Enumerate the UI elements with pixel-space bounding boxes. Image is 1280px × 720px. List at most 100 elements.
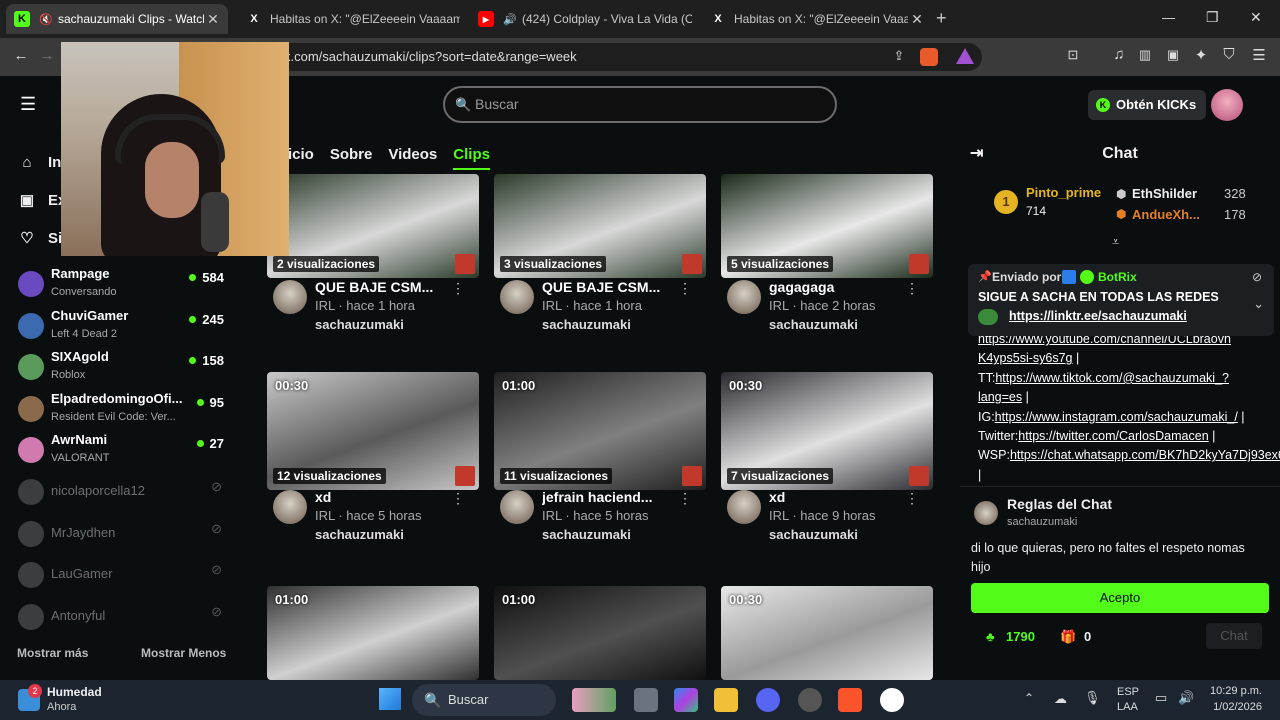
- search-input[interactable]: 🔍 Buscar: [443, 86, 837, 123]
- chat-link[interactable]: https://chat.whatsapp.com/BK7hD2kyYa7Dj9…: [1010, 448, 1280, 462]
- onedrive-icon[interactable]: ☁: [1054, 691, 1067, 707]
- chevron-down-icon[interactable]: ⌄: [1253, 296, 1264, 312]
- accept-rules-button[interactable]: Acepto: [971, 583, 1269, 613]
- tab-inicio[interactable]: icio: [288, 146, 314, 170]
- clip-title[interactable]: QUE BAJE CSM...: [315, 279, 455, 295]
- sidebar-icon[interactable]: ▥: [1134, 47, 1156, 63]
- forward-icon[interactable]: →: [36, 47, 58, 64]
- pinned-link[interactable]: https://linktr.ee/sachauzumaki: [1009, 309, 1187, 323]
- lang-1[interactable]: ESP: [1117, 686, 1139, 698]
- clip-thumbnail[interactable]: 01:00: [494, 586, 706, 680]
- brave-browser-icon[interactable]: [838, 688, 862, 712]
- nav-following[interactable]: ♡ Si: [18, 229, 62, 248]
- user-avatar[interactable]: [1211, 89, 1243, 121]
- app-icon[interactable]: [880, 688, 904, 712]
- show-less-button[interactable]: Mostrar Menos: [141, 646, 226, 660]
- clip-title[interactable]: QUE BAJE CSM...: [542, 279, 682, 295]
- get-kicks-button[interactable]: K Obtén KICKs: [1088, 90, 1206, 120]
- task-view-icon[interactable]: [634, 688, 658, 712]
- clip-thumbnail[interactable]: 00:30 12 visualizaciones: [267, 372, 479, 490]
- sidebar-channel[interactable]: nicolaporcella12 ⊘: [18, 476, 228, 512]
- media-icon[interactable]: ♫: [1108, 46, 1130, 63]
- clip-thumbnail[interactable]: 00:30: [721, 586, 933, 680]
- chat-link[interactable]: https://twitter.com/CarlosDamacen: [1018, 429, 1208, 443]
- sidebar-channel[interactable]: ElpadredomingoOfi... Resident Evil Code: …: [18, 391, 228, 429]
- maximize-button[interactable]: ❐: [1206, 9, 1219, 26]
- sidebar-channel[interactable]: ChuviGamer Left 4 Dead 2 245: [18, 308, 228, 346]
- vpn-icon[interactable]: ⛉: [1218, 46, 1240, 63]
- microsoft-365-icon[interactable]: [674, 688, 698, 712]
- clip-thumbnail[interactable]: 3 visualizaciones: [494, 174, 706, 278]
- sidebar-channel[interactable]: AwrNami VALORANT 27: [18, 432, 228, 470]
- leader-1-name[interactable]: Pinto_prime: [1026, 185, 1101, 200]
- collapse-chat-icon[interactable]: ⇥: [970, 134, 983, 174]
- windows-start-icon[interactable]: [379, 688, 401, 710]
- browser-tab-kick[interactable]: K 🔇 sachauzumaki Clips - Watch L ✕: [6, 4, 228, 34]
- clip-author[interactable]: sachauzumaki: [315, 527, 404, 542]
- send-chat-button[interactable]: Chat: [1206, 623, 1262, 649]
- expand-leaderboard-icon[interactable]: ⩡: [1112, 234, 1119, 250]
- clip-title[interactable]: xd: [315, 489, 455, 505]
- clip-thumbnail[interactable]: 5 visualizaciones: [721, 174, 933, 278]
- back-icon[interactable]: ←: [10, 47, 32, 64]
- leader-2-name[interactable]: EthShilder: [1132, 186, 1197, 201]
- leader-3-name[interactable]: AndueXh...: [1132, 207, 1200, 222]
- author-avatar[interactable]: [727, 280, 761, 314]
- new-tab-button[interactable]: +: [936, 8, 947, 29]
- chat-link[interactable]: https://www.youtube.com/channel/UCLbraov…: [978, 332, 1231, 365]
- author-avatar[interactable]: [500, 280, 534, 314]
- menu-icon[interactable]: ☰: [1248, 46, 1270, 64]
- file-explorer-icon[interactable]: [714, 688, 738, 712]
- sidebar-channel[interactable]: MrJaydhen ⊘: [18, 518, 228, 554]
- widgets-icon[interactable]: [572, 688, 616, 712]
- browser-tab-x-1[interactable]: X Habitas on X: "@ElZeeeein Vaaaamo: [238, 4, 460, 34]
- sidebar-channel[interactable]: LauGamer ⊘: [18, 559, 228, 595]
- author-avatar[interactable]: [273, 280, 307, 314]
- clip-author[interactable]: sachauzumaki: [769, 317, 858, 332]
- clip-thumbnail[interactable]: 01:00 11 visualizaciones: [494, 372, 706, 490]
- author-avatar[interactable]: [500, 490, 534, 524]
- share-icon[interactable]: ⇪: [888, 48, 910, 64]
- tab-sobre[interactable]: Sobre: [330, 146, 373, 170]
- more-options-icon[interactable]: ⋮: [678, 490, 692, 507]
- clip-thumbnail[interactable]: 01:00: [267, 586, 479, 680]
- clip-title[interactable]: xd: [769, 489, 909, 505]
- sidebar-channel[interactable]: Rampage Conversando 584: [18, 266, 228, 304]
- taskbar-search[interactable]: 🔍 Buscar: [412, 684, 556, 716]
- tray-expand-icon[interactable]: ⌃: [1024, 691, 1034, 705]
- gifts-value[interactable]: 0: [1084, 629, 1091, 644]
- more-options-icon[interactable]: ⋮: [905, 280, 919, 297]
- more-options-icon[interactable]: ⋮: [678, 280, 692, 297]
- clock-date[interactable]: 1/02/2026: [1213, 701, 1262, 713]
- chat-link[interactable]: https://www.tiktok.com/@sachauzumaki_?la…: [978, 371, 1229, 404]
- close-tab-icon[interactable]: ✕: [204, 11, 222, 28]
- chat-link[interactable]: https://www.instagram.com/sachauzumaki_/: [995, 410, 1238, 424]
- speaker-muted-icon[interactable]: 🔇: [38, 11, 54, 27]
- clip-author[interactable]: sachauzumaki: [315, 317, 404, 332]
- hamburger-menu-icon[interactable]: ☰: [20, 94, 36, 115]
- sidebar-channel[interactable]: SIXAgold Roblox 158: [18, 349, 228, 387]
- author-avatar[interactable]: [273, 490, 307, 524]
- show-more-button[interactable]: Mostrar más: [17, 646, 88, 660]
- nav-home[interactable]: ⌂ Ini: [18, 154, 65, 171]
- pinned-author[interactable]: BotRix: [1098, 270, 1137, 284]
- close-tab-icon[interactable]: ✕: [908, 11, 926, 28]
- clip-thumbnail[interactable]: 2 visualizaciones: [267, 174, 479, 278]
- nav-explore[interactable]: ▣ Ex: [18, 191, 66, 210]
- lang-2[interactable]: LAA: [1117, 701, 1138, 713]
- tab-clips[interactable]: Clips: [453, 146, 490, 170]
- tab-videos[interactable]: Videos: [388, 146, 437, 170]
- minimize-button[interactable]: —: [1162, 10, 1175, 25]
- clip-author[interactable]: sachauzumaki: [542, 527, 631, 542]
- points-value[interactable]: 1790: [1006, 629, 1035, 644]
- sidebar-channel[interactable]: Antonyful ⊘: [18, 601, 228, 637]
- obs-icon[interactable]: [798, 688, 822, 712]
- more-options-icon[interactable]: ⋮: [451, 490, 465, 507]
- close-window-button[interactable]: ✕: [1250, 9, 1262, 26]
- author-avatar[interactable]: [727, 490, 761, 524]
- browser-tab-x-2[interactable]: X Habitas on X: "@ElZeeeein Vaaaamo ✕: [702, 4, 932, 34]
- leo-ai-icon[interactable]: ✦: [1190, 46, 1212, 64]
- wallet-icon[interactable]: ▣: [1162, 47, 1184, 63]
- network-icon[interactable]: ▭: [1155, 690, 1167, 706]
- mic-tray-icon[interactable]: 🎙: [1084, 690, 1101, 706]
